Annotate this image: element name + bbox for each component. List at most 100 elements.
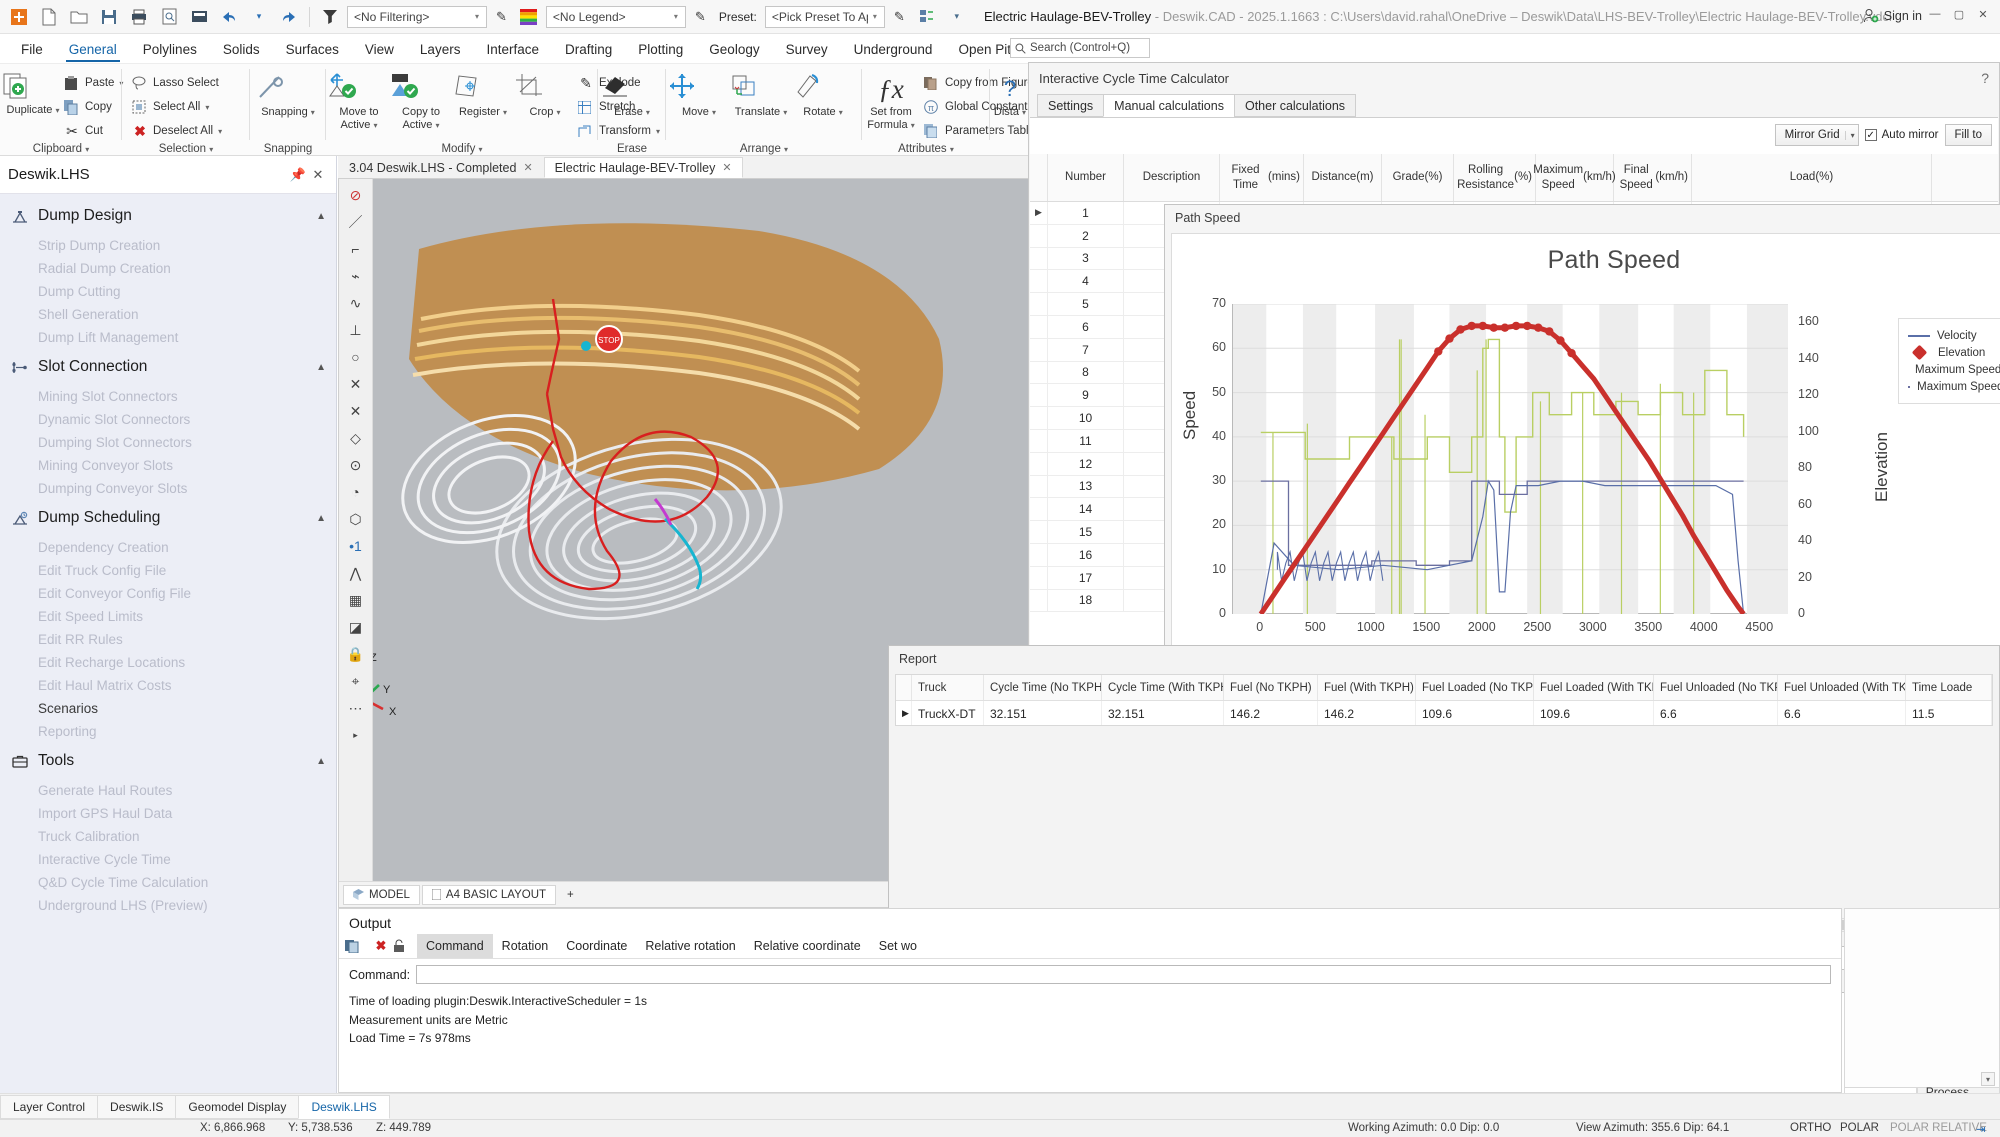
cut-button[interactable]: ✂ Cut: [64, 120, 103, 142]
deselect-all-button[interactable]: ✖ Deselect All ▾: [132, 120, 222, 142]
row-selector[interactable]: [1030, 452, 1048, 475]
chevron-down-icon[interactable]: ▾: [646, 108, 650, 117]
print-icon[interactable]: [126, 4, 152, 30]
clear-snap-icon[interactable]: ⌖: [343, 668, 369, 694]
row-selector[interactable]: [1030, 315, 1048, 338]
checkbox-box[interactable]: ✓: [1864, 129, 1877, 141]
search-input[interactable]: Search (Control+Q): [1010, 38, 1150, 58]
ortho-snap-icon[interactable]: ◪: [343, 614, 369, 640]
row-selector[interactable]: [1030, 498, 1048, 521]
pin-icon[interactable]: 📌: [288, 167, 308, 183]
preset-combobox[interactable]: <Pick Preset To Appl... ▾: [764, 5, 885, 28]
tab-settings[interactable]: Settings: [1037, 94, 1105, 117]
report-grid[interactable]: Truck Cycle Time (No TKPH) Cycle Time (Wit…: [895, 674, 1993, 726]
ribbon-tab-file[interactable]: File: [8, 39, 56, 63]
node-snap-icon[interactable]: ◇: [343, 425, 369, 451]
chevron-down-icon[interactable]: ▾: [1022, 108, 1026, 117]
add-layout-button[interactable]: +: [558, 885, 583, 905]
minimize-button[interactable]: —: [1924, 4, 1946, 24]
edit-filter-pencil-icon[interactable]: ✎: [491, 9, 512, 25]
fill-to-button[interactable]: Fill to: [1944, 124, 1992, 146]
close-icon[interactable]: ✕: [308, 167, 328, 183]
chevron-down-icon[interactable]: ▾: [436, 121, 440, 130]
row-selector[interactable]: [1030, 247, 1048, 270]
row-selector[interactable]: [1030, 361, 1048, 384]
copy-button[interactable]: Copy: [64, 96, 112, 118]
move-button[interactable]: Move ▾: [668, 72, 730, 119]
qat-dropdown-icon[interactable]: ▾: [944, 4, 970, 30]
endpoint-snap-icon[interactable]: ⌐: [343, 236, 369, 262]
clear-output-icon[interactable]: ✖: [369, 938, 393, 954]
row-selector[interactable]: [1030, 566, 1048, 589]
open-icon[interactable]: [66, 4, 92, 30]
ribbon-tab-drafting[interactable]: Drafting: [552, 39, 625, 63]
move-to-active-button[interactable]: Move to Active ▾: [328, 72, 390, 131]
snapping-button[interactable]: Snapping ▾: [257, 72, 319, 119]
panel-expander-icon[interactable]: ▾: [1981, 1072, 1995, 1086]
grid-column-header[interactable]: Rolling Resistance (%): [1454, 154, 1536, 201]
report-column-header[interactable]: Time Loade: [1906, 675, 1992, 700]
grid-cell-number[interactable]: 13: [1048, 475, 1124, 498]
erase-button[interactable]: Erase ▾: [601, 72, 663, 119]
grid-cell-number[interactable]: 14: [1048, 498, 1124, 521]
sidebar-section-slot-connection[interactable]: Slot Connection ▲: [0, 349, 336, 385]
grid-column-header[interactable]: Grade (%): [1382, 154, 1454, 201]
row-selector[interactable]: [1030, 589, 1048, 612]
ribbon-tab-geology[interactable]: Geology: [696, 39, 772, 63]
row-selector[interactable]: [1030, 293, 1048, 315]
table-row[interactable]: ▶ TruckX-DT 32.151 32.151 146.2 146.2 109.6 109…: [896, 701, 1992, 725]
layout-tab-a4-basic[interactable]: A4 BASIC LAYOUT: [421, 884, 557, 905]
chevron-down-icon[interactable]: ▾: [868, 12, 882, 21]
select-all-button[interactable]: Select All ▾: [132, 96, 209, 118]
lasso-select-button[interactable]: Lasso Select: [132, 72, 219, 94]
register-button[interactable]: Register ▾: [452, 72, 514, 119]
report-cell[interactable]: 109.6: [1534, 701, 1654, 725]
new-icon[interactable]: [36, 4, 62, 30]
quadrant-snap-icon[interactable]: ◔: [343, 479, 369, 505]
translate-button[interactable]: Translate ▾: [730, 72, 792, 119]
report-column-header[interactable]: Truck: [912, 675, 984, 700]
redo-icon[interactable]: [276, 4, 302, 30]
report-cell[interactable]: TruckX-DT: [912, 701, 984, 725]
row-selector[interactable]: [1030, 270, 1048, 293]
row-selector[interactable]: [1030, 384, 1048, 407]
row-selector[interactable]: [1030, 224, 1048, 247]
grid-cell-number[interactable]: 11: [1048, 429, 1124, 452]
filtering-combobox[interactable]: <No Filtering> ▾: [347, 5, 487, 28]
edit-legend-pencil-icon[interactable]: ✎: [690, 9, 711, 25]
grid-cell-number[interactable]: 10: [1048, 407, 1124, 429]
chevron-down-icon[interactable]: ▾: [950, 145, 954, 154]
row-selector[interactable]: ▶: [896, 701, 912, 725]
edit-preset-pencil-icon[interactable]: ✎: [889, 9, 910, 25]
bottom-tab-layer-control[interactable]: Layer Control: [0, 1095, 99, 1119]
output-tab-rotation[interactable]: Rotation: [493, 934, 558, 958]
command-input[interactable]: [416, 965, 1831, 984]
print-preview-icon[interactable]: [156, 4, 182, 30]
mirror-grid-button[interactable]: Mirror Grid ▾: [1774, 124, 1859, 146]
status-mode-polar-relative[interactable]: POLAR RELATIVE: [1890, 1122, 1987, 1134]
rotate-button[interactable]: Rotate ▾: [792, 72, 854, 119]
copy-to-active-button[interactable]: Copy to Active ▾: [390, 72, 452, 131]
nearest-snap-icon[interactable]: ∿: [343, 290, 369, 316]
grid-snap-icon[interactable]: ▦: [343, 587, 369, 613]
report-cell[interactable]: 146.2: [1224, 701, 1318, 725]
duplicate-button[interactable]: Duplicate ▾: [2, 70, 64, 117]
ribbon-tab-view[interactable]: View: [352, 39, 407, 63]
close-icon[interactable]: ✕: [523, 161, 532, 174]
center-snap-icon[interactable]: ○: [343, 344, 369, 370]
chevron-up-icon[interactable]: ▲: [316, 756, 326, 767]
chevron-down-icon[interactable]: ▾: [839, 108, 843, 117]
grid-cell-number[interactable]: 6: [1048, 315, 1124, 338]
chevron-down-icon[interactable]: ▾: [669, 12, 683, 21]
grid-column-header[interactable]: Fixed Time (mins): [1220, 154, 1304, 201]
chevron-down-icon[interactable]: ▾: [218, 127, 222, 136]
lock-snap-icon[interactable]: 🔒: [343, 641, 369, 667]
chevron-down-icon[interactable]: ▾: [911, 121, 915, 130]
chevron-down-icon[interactable]: ▾: [712, 108, 716, 117]
grid-cell-number[interactable]: 5: [1048, 293, 1124, 315]
crop-button[interactable]: Crop ▾: [514, 72, 576, 119]
copy-output-icon[interactable]: [345, 939, 369, 953]
grid-column-header[interactable]: Final Speed (km/h): [1614, 154, 1692, 201]
grid-cell-number[interactable]: 8: [1048, 361, 1124, 384]
chevron-down-icon[interactable]: ▾: [479, 145, 483, 154]
